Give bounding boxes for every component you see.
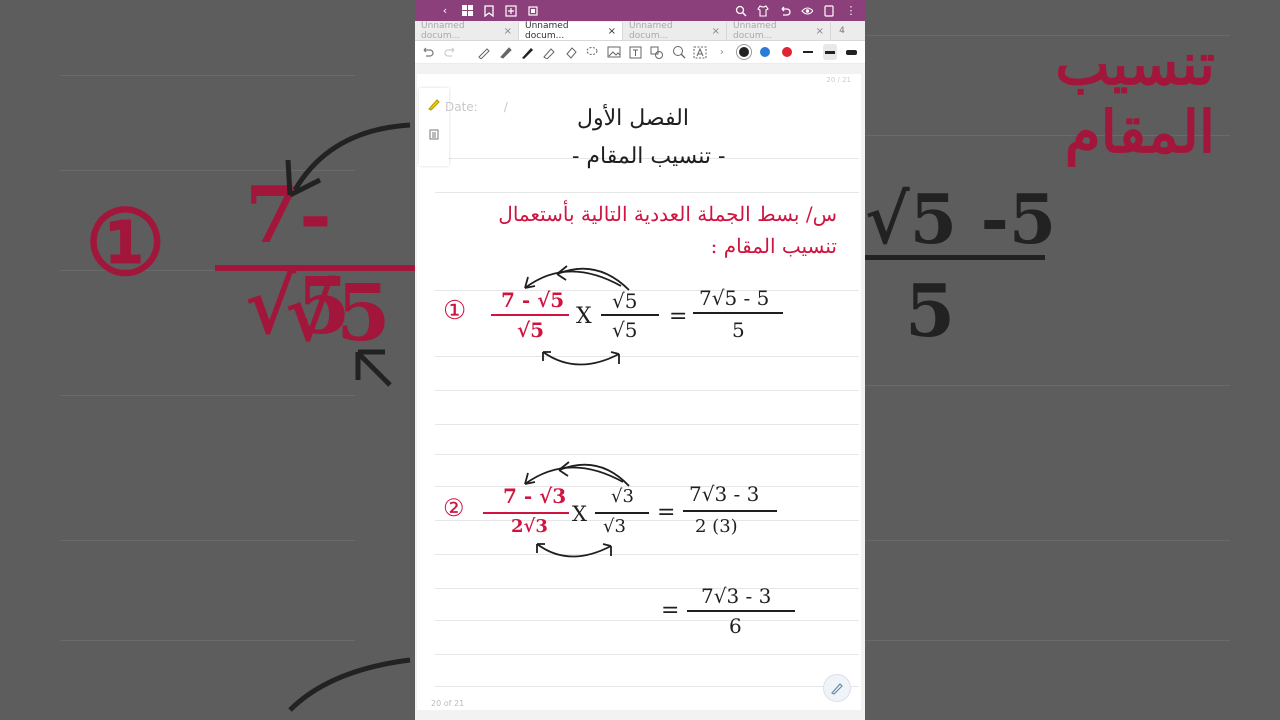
p1-result-den: 5 [732,318,745,342]
problem-1-marker: ① [443,296,467,326]
page-navigation[interactable]: 20 / 21 [826,76,851,84]
p1-result-num: 7√5 - 5 [699,286,770,310]
crop-icon[interactable] [527,5,539,17]
p3-result-den: 6 [729,614,742,638]
p2-equals: = [657,500,676,525]
p3-result-num: 7√3 - 3 [701,584,772,608]
background-left: ① 7-√5 √5 [0,0,415,720]
eye-icon[interactable] [801,5,813,17]
tab-document-2[interactable]: Unnamed docum... × [519,21,623,41]
ai-text-icon[interactable] [693,44,708,60]
color-red-swatch[interactable] [779,44,794,60]
undo-icon[interactable] [779,5,791,17]
p2-arrow-top [524,461,630,487]
bg-result-num: √5 -5 [865,180,1057,260]
calculator-icon[interactable] [429,125,439,144]
more-icon[interactable]: ⋮ [845,4,857,17]
stroke-thin[interactable] [801,44,816,60]
date-field: Date: / [445,100,508,114]
pen-mode-button[interactable] [823,674,851,702]
bg-result-den: 5 [905,268,956,353]
grid-icon[interactable] [461,5,473,17]
p2-times: X [572,502,587,526]
tab-count-badge[interactable]: 4 [831,22,853,40]
more-tools-icon[interactable]: › [715,44,730,60]
stroke-thick[interactable] [844,44,859,60]
drawing-toolbar: › [415,41,865,64]
p2-result-den: 2 (3) [695,516,738,537]
p1-arrow-top [524,265,630,291]
highlighter-icon[interactable] [542,44,557,60]
notebook-page[interactable]: Date:/ 20 / 21 الفصل الأول - تنسيب المقا… [417,74,861,710]
shapes-icon[interactable] [650,44,665,60]
p2-arrow-bottom [536,543,612,558]
stroke-medium[interactable] [822,44,838,60]
page-subtitle: - تنسيب المقام - [572,144,726,169]
page-counter: 20 of 21 [431,699,465,708]
close-icon[interactable]: × [816,26,824,37]
p1-arrow-bottom [542,351,620,366]
bg-circle-one: ① [85,190,166,296]
p1-mult-den: √5 [612,318,638,342]
theme-icon[interactable] [757,4,769,17]
background-right: تنسيب المقام √5 -5 5 [865,0,1280,720]
undo-icon[interactable] [421,44,436,60]
question-text-2: تنسيب المقام : [710,234,837,258]
close-icon[interactable]: × [608,26,616,37]
bg-heading: تنسيب المقام [1055,30,1215,166]
p1-times: X [576,304,592,329]
tab-document-1[interactable]: Unnamed docum... × [415,21,519,41]
p2-denominator: 2√3 [511,516,548,537]
p1-equals: = [669,304,688,329]
marker-icon[interactable] [427,96,441,115]
pen-icon[interactable] [498,44,513,60]
zoom-icon[interactable] [671,44,686,60]
p3-equals: = [661,598,680,623]
search-icon[interactable] [735,5,747,17]
eraser-icon[interactable] [563,44,578,60]
text-icon[interactable] [628,44,643,60]
chevron-left-icon[interactable]: ‹ [439,4,451,17]
image-icon[interactable] [606,44,621,60]
question-text: س/ بسط الجملة العددية التالية بأستعمال [498,202,837,226]
add-page-icon[interactable] [505,4,517,17]
bookmark-icon[interactable] [483,4,495,17]
pencil-icon[interactable] [477,44,492,60]
redo-icon[interactable] [443,44,458,60]
tablet-icon[interactable] [823,4,835,17]
p1-denominator: √5 [517,318,545,342]
pen-icon [831,683,843,695]
tab-bar: Unnamed docum... × Unnamed docum... × Unna… [415,21,865,41]
p2-mult-den: √3 [603,516,626,537]
p2-result-num: 7√3 - 3 [689,482,760,506]
tab-document-4[interactable]: Unnamed docum... × [727,21,831,41]
canvas-area[interactable]: Date:/ 20 / 21 الفصل الأول - تنسيب المقا… [415,64,865,720]
color-blue-swatch[interactable] [758,44,773,60]
problem-2-marker: ② [443,494,465,522]
tab-document-3[interactable]: Unnamed docum... × [623,21,727,41]
app-header-bar: ‹ ⋮ [415,0,865,21]
close-icon[interactable]: × [712,26,720,37]
page-title: الفصل الأول [577,106,689,131]
fountain-pen-icon[interactable] [520,44,535,60]
close-icon[interactable]: × [504,26,512,37]
notes-app: ‹ ⋮ Unnamed docum... × Unnamed docum... … [415,0,865,720]
lasso-icon[interactable] [585,44,600,60]
color-black-swatch[interactable] [736,44,751,60]
